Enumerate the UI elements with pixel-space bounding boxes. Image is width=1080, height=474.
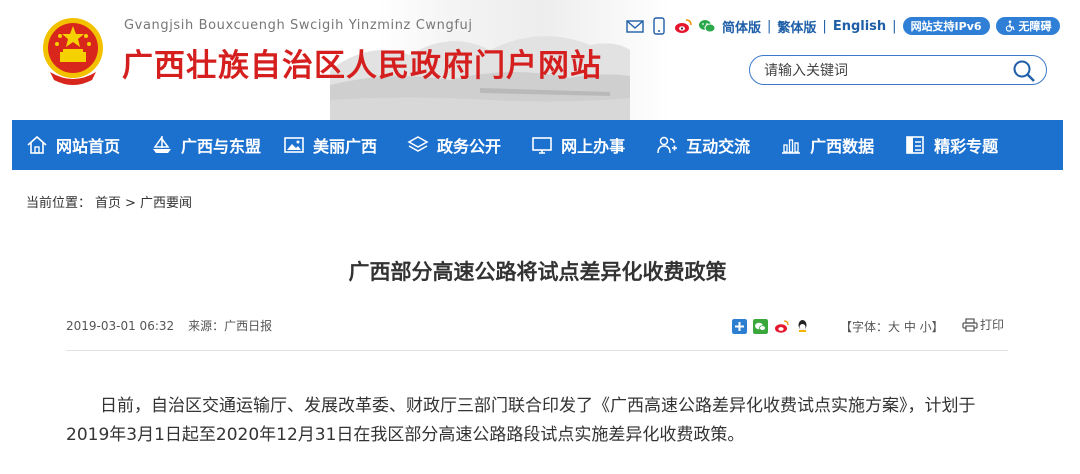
search-input[interactable]: [762, 60, 1006, 82]
nav-item-label: 广西与东盟: [181, 137, 262, 156]
divider: [66, 350, 1008, 351]
search-icon[interactable]: [1012, 59, 1036, 83]
wechat-share-icon[interactable]: [753, 319, 768, 334]
monitor-icon: [532, 137, 552, 154]
nav-item-home[interactable]: 网站首页: [26, 120, 120, 170]
nav-item-label: 美丽广西: [313, 137, 378, 156]
nav-item-label: 网站首页: [56, 137, 121, 156]
article-paragraph: 日前，自治区交通运输厅、发展改革委、财政厅三部门联合印发了《广西高速公路差异化收…: [66, 396, 976, 445]
ipv6-badge-label: 网站支持IPv6: [910, 20, 982, 33]
breadcrumb-section-link[interactable]: 广西要闻: [140, 196, 192, 211]
site-pinyin-name: Gvangjsih Bouxcuengh Swcigih Yinzminz Cw…: [124, 18, 473, 33]
simplified-chinese-link[interactable]: 简体版: [722, 17, 761, 36]
share-bar: [732, 319, 810, 334]
article-content-area: 当前位置： 首页 > 广西要闻 广西部分高速公路将试点差异化收费政策 2019-03-…: [12, 170, 1063, 474]
separator: |: [767, 18, 772, 34]
mail-icon[interactable]: [626, 17, 644, 35]
nav-item-label: 精彩专题: [934, 137, 999, 156]
bar-chart-icon: [782, 139, 801, 154]
nav-item-interaction[interactable]: 互动交流: [656, 120, 750, 170]
ipv6-badge[interactable]: 网站支持IPv6: [902, 17, 990, 35]
home-icon: [27, 135, 47, 154]
share-plus-icon[interactable]: [732, 319, 747, 334]
nav-item-label: 互动交流: [686, 137, 751, 156]
wechat-icon[interactable]: [698, 17, 716, 35]
nav-item-special-topics[interactable]: 精彩专题: [904, 120, 998, 170]
top-links-bar: 简体版 | 繁体版 | English | 网站支持IPv6 无障碍: [626, 14, 1060, 38]
print-label: 打印: [980, 318, 1005, 332]
topic-icon: [906, 136, 924, 154]
nav-item-beautiful-guangxi[interactable]: 美丽广西: [283, 120, 377, 170]
traditional-chinese-link[interactable]: 繁体版: [777, 17, 816, 36]
breadcrumb-prefix: 当前位置：: [26, 196, 92, 211]
article-source: 来源：广西日报: [188, 319, 273, 333]
nav-item-label: 政务公开: [437, 137, 502, 156]
layers-icon: [407, 136, 429, 152]
nav-item-label: 网上办事: [561, 137, 626, 156]
wheelchair-icon: [1005, 20, 1015, 32]
print-icon: [962, 317, 978, 332]
mobile-icon[interactable]: [650, 17, 668, 35]
site-title: 广西壮族自治区人民政府门户网站: [122, 48, 602, 84]
nav-item-guangxi-data[interactable]: 广西数据: [780, 120, 874, 170]
main-navigation: 网站首页 广西与东盟 美丽广西 政务公开 网上办事 互动交流 广西数据 精彩专题: [12, 120, 1063, 170]
separator: |: [822, 18, 827, 34]
qq-share-icon[interactable]: [795, 319, 810, 334]
font-size-controls[interactable]: 【字体：大 中 小】: [840, 318, 944, 335]
nav-item-guangxi-asean[interactable]: 广西与东盟: [151, 120, 261, 170]
accessibility-label: 无障碍: [1018, 20, 1052, 33]
users-icon: [657, 136, 678, 154]
article-title: 广西部分高速公路将试点差异化收费政策: [348, 260, 727, 284]
nav-item-label: 广西数据: [810, 137, 875, 156]
print-button[interactable]: 打印: [962, 316, 1004, 333]
site-header: Gvangjsih Bouxcuengh Swcigih Yinzminz Cw…: [0, 0, 1080, 120]
boat-icon: [153, 136, 172, 153]
english-link[interactable]: English: [833, 19, 886, 34]
article-meta: 2019-03-01 06:32 来源：广西日报: [66, 317, 286, 334]
breadcrumb-home-link[interactable]: 首页: [95, 196, 121, 211]
search-box: [749, 55, 1047, 85]
separator: |: [892, 18, 897, 34]
accessibility-button[interactable]: 无障碍: [995, 17, 1060, 35]
picture-icon: [284, 137, 304, 153]
national-emblem-icon: [43, 18, 103, 85]
breadcrumb-arrow: >: [125, 196, 136, 211]
nav-item-government-affairs[interactable]: 政务公开: [407, 120, 501, 170]
article-datetime: 2019-03-01 06:32: [66, 319, 175, 333]
weibo-share-icon[interactable]: [774, 319, 789, 334]
nav-item-online-services[interactable]: 网上办事: [531, 120, 625, 170]
breadcrumb: 当前位置： 首页 > 广西要闻: [26, 192, 196, 211]
weibo-icon[interactable]: [674, 17, 692, 35]
